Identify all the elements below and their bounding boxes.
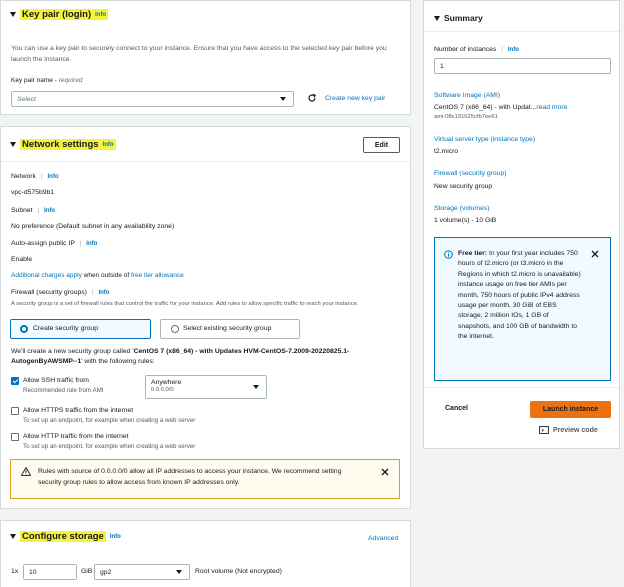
summary-header[interactable]: Summary: [434, 13, 483, 23]
storage-advanced-link[interactable]: Advanced: [368, 535, 398, 542]
firewall-info-link[interactable]: Info: [98, 290, 109, 296]
subnet-info-link[interactable]: Info: [44, 208, 55, 214]
info-circle-icon: [444, 250, 453, 259]
storage-header[interactable]: Configure storage Info: [10, 531, 121, 542]
network-title: Network settings: [22, 139, 99, 150]
caret-down-icon: [434, 15, 440, 21]
ami-value: CentOS 7 (x86_64) - with Updat...read mo…: [434, 104, 568, 111]
volume-type-select[interactable]: gp2: [94, 564, 190, 580]
volume-multiplier: 1x: [11, 568, 19, 575]
refresh-key-pairs-button[interactable]: [307, 93, 317, 105]
chevron-down-icon: [280, 97, 286, 101]
code-icon: [539, 426, 549, 434]
firewall-summary-label[interactable]: Firewall (security group): [434, 170, 507, 177]
ssh-sublabel: Recommended rule from AMI: [23, 387, 104, 394]
storage-title: Configure storage: [20, 531, 106, 542]
instances-input[interactable]: 1: [434, 58, 611, 74]
key-pair-header[interactable]: Key pair (login) Info: [10, 9, 109, 20]
key-pair-description: You can use a key pair to securely conne…: [11, 45, 387, 63]
http-label: Allow HTTP traffic from the internet: [23, 433, 129, 440]
cancel-button[interactable]: Cancel: [445, 405, 468, 412]
firewall-label: Firewall (security groups) | Info: [11, 289, 110, 296]
create-security-group-radio[interactable]: [20, 325, 28, 333]
create-key-pair-link[interactable]: Create new key pair: [325, 95, 385, 102]
free-tier-link[interactable]: free tier allowance: [131, 272, 184, 279]
charges-note: Additional charges apply when outside of…: [11, 272, 184, 279]
public-ip-info-link[interactable]: Info: [86, 241, 97, 247]
summary-footer-divider: [424, 387, 619, 388]
network-settings-panel: Network settings Info Edit Network | Inf…: [0, 126, 411, 509]
preview-code-button[interactable]: Preview code: [539, 426, 598, 434]
volume-size-input[interactable]: 10: [23, 564, 77, 580]
warning-icon: [21, 467, 31, 476]
summary-title: Summary: [444, 13, 483, 23]
existing-security-group-tile[interactable]: Select existing security group: [160, 319, 300, 339]
ami-id: ami-08c191625cfb7ee61: [434, 114, 498, 120]
key-pair-info-link[interactable]: Info: [95, 12, 106, 18]
subnet-label: Subnet | Info: [11, 207, 56, 214]
ssh-source-select[interactable]: Anywhere 0.0.0.0/0: [145, 375, 267, 399]
caret-down-icon: [10, 12, 16, 17]
key-pair-select[interactable]: Select: [11, 91, 294, 107]
firewall-summary-value: New security group: [434, 183, 493, 190]
instance-type-label[interactable]: Virtual server type (instance type): [434, 136, 535, 143]
network-field-info-link[interactable]: Info: [47, 174, 58, 180]
security-group-note: We'll create a new security group called…: [11, 348, 350, 365]
instances-label: Number of instances | Info: [434, 46, 519, 53]
chevron-down-icon: [253, 385, 259, 389]
public-ip-label: Auto-assign public IP | Info: [11, 240, 98, 247]
warning-text: Rules with source of 0.0.0.0/0 allow all…: [38, 468, 342, 486]
storage-summary-label[interactable]: Storage (volumes): [434, 205, 490, 212]
create-security-group-tile[interactable]: Create security group: [10, 319, 151, 339]
ami-label[interactable]: Software Image (AMI): [434, 92, 500, 99]
launch-instance-button[interactable]: Launch instance: [530, 401, 611, 418]
network-value: vpc-d575b9b1: [11, 189, 55, 196]
close-icon[interactable]: [381, 468, 389, 476]
firewall-description: A security group is a set of firewall ru…: [11, 301, 359, 307]
free-tier-alert: Free tier: In your first year includes 7…: [434, 237, 611, 381]
ssh-checkbox[interactable]: [11, 377, 19, 385]
summary-panel: Summary Number of instances | Info 1 Sof…: [423, 0, 620, 449]
network-header[interactable]: Network settings Info: [10, 139, 116, 150]
http-sublabel: To set up an endpoint, for example when …: [23, 443, 196, 450]
https-label: Allow HTTPS traffic from the internet: [23, 407, 134, 414]
ssh-label: Allow SSH traffic from: [23, 377, 89, 384]
volume-unit: GiB: [81, 568, 93, 575]
storage-summary-value: 1 volume(s) - 10 GiB: [434, 217, 497, 224]
storage-info-link[interactable]: Info: [110, 534, 121, 540]
root-volume-note: Root volume (Not encrypted): [195, 568, 282, 575]
public-ip-value: Enable: [11, 256, 33, 263]
summary-divider: [424, 31, 619, 32]
key-pair-name-label: Key pair name - required: [11, 77, 83, 84]
https-sublabel: To set up an endpoint, for example when …: [23, 417, 196, 424]
https-checkbox[interactable]: [11, 407, 19, 415]
caret-down-icon: [10, 534, 16, 539]
security-warning-alert: Rules with source of 0.0.0.0/0 allow all…: [10, 459, 400, 499]
caret-down-icon: [10, 142, 16, 147]
network-info-link[interactable]: Info: [103, 142, 114, 148]
configure-storage-panel: Configure storage Info Advanced 1x 10 Gi…: [0, 520, 411, 587]
instance-type-value: t2.micro: [434, 148, 459, 155]
key-pair-panel: Key pair (login) Info You can use a key …: [0, 0, 411, 115]
header-divider: [1, 161, 410, 162]
network-label: Network | Info: [11, 173, 59, 180]
free-tier-text: Free tier: In your first year includes 7…: [458, 250, 581, 341]
refresh-icon: [308, 93, 317, 102]
chevron-down-icon: [176, 570, 182, 574]
key-pair-title: Key pair (login): [22, 9, 92, 20]
subnet-value: No preference (Default subnet in any ava…: [11, 223, 175, 230]
existing-security-group-radio[interactable]: [171, 325, 179, 333]
ami-read-more-link[interactable]: read more: [536, 104, 567, 111]
edit-network-button[interactable]: Edit: [363, 137, 400, 153]
instances-info-link[interactable]: Info: [508, 47, 519, 53]
close-icon[interactable]: [591, 250, 599, 258]
http-checkbox[interactable]: [11, 433, 19, 441]
charges-link[interactable]: Additional charges apply: [11, 272, 82, 279]
